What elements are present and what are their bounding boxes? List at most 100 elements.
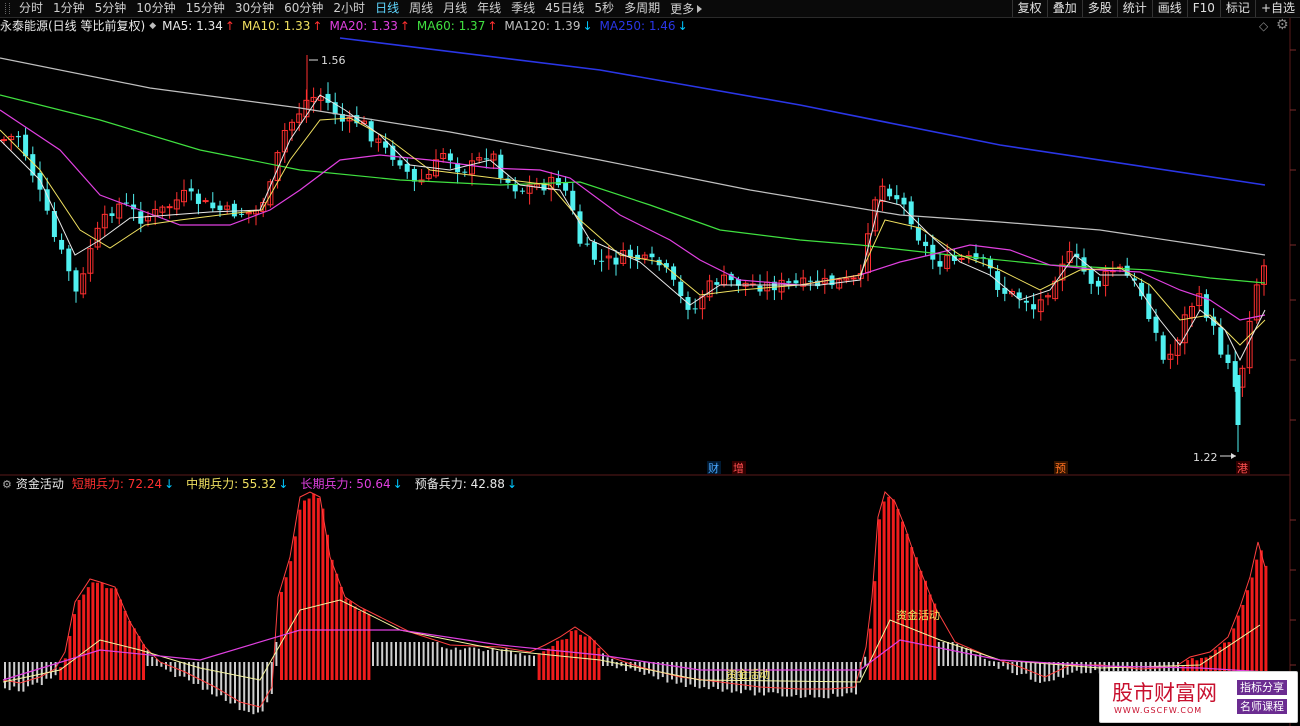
ma250-label: MA250: 1.46	[599, 19, 676, 33]
indicator-bar-red	[77, 599, 81, 680]
indicator-bar-grey	[956, 643, 959, 666]
indicator-bar-grey	[510, 650, 512, 666]
tab-1min[interactable]: 1分钟	[48, 0, 90, 17]
diamond-icon[interactable]: ◇	[1259, 19, 1268, 33]
tab-60min[interactable]: 60分钟	[279, 0, 328, 17]
chart-surface[interactable]: 1.561.22财增预港资金活动资金活动	[0, 0, 1300, 726]
tab-weekly[interactable]: 周线	[404, 0, 438, 17]
tab-quarterly[interactable]: 季线	[506, 0, 540, 17]
tab-10min[interactable]: 10分钟	[131, 0, 180, 17]
candle-body-down	[894, 195, 900, 200]
indicator-bar-grey	[17, 662, 20, 692]
annotation-1: 资金活动	[726, 667, 770, 681]
indicator-bar-grey	[482, 651, 485, 666]
indicator-bar-grey	[1039, 662, 1041, 683]
indicator-bar-grey	[257, 662, 259, 713]
ma10-line	[0, 117, 1266, 346]
indicator-bar-grey	[201, 662, 204, 690]
tab-45day[interactable]: 45日线	[540, 0, 589, 17]
mark-button[interactable]: 标记	[1219, 0, 1255, 17]
period-toolbar: 分时 1分钟 5分钟 10分钟 15分钟 30分钟 60分钟 2小时 日线 周线…	[0, 0, 1300, 18]
indicator-bar-grey	[689, 662, 692, 685]
long-force-value: 长期兵力: 50.64 ↓	[300, 476, 402, 493]
candle-body-down	[692, 308, 698, 310]
indicator-bar-grey	[27, 662, 29, 687]
indicator-bar-grey	[464, 648, 466, 666]
indicator-bar-red	[1246, 590, 1249, 680]
ma5-label: MA5: 1.34	[162, 19, 223, 33]
indicator-bar-red	[569, 631, 573, 680]
indicator-bar-grey	[528, 655, 531, 666]
indicator-bar-grey	[776, 662, 779, 694]
tab-more[interactable]: 更多	[665, 0, 707, 17]
ma60-arrow-icon: ↑	[487, 19, 498, 33]
ma10-value: MA10: 1.33 ↑	[242, 18, 322, 35]
indicator-bar-grey	[422, 642, 425, 666]
draw-line-button[interactable]: 画线	[1151, 0, 1187, 17]
tab-15min[interactable]: 15分钟	[181, 0, 230, 17]
candle-body-down	[519, 190, 525, 192]
candle-body-down	[577, 211, 583, 244]
indicator-bar-red	[330, 559, 334, 680]
candle-body-down	[123, 202, 129, 204]
tab-daily[interactable]: 日线	[370, 0, 404, 17]
f10-button[interactable]: F10	[1186, 0, 1220, 17]
indicator-bar-red	[542, 651, 546, 680]
indicator-bar-grey	[275, 642, 278, 666]
indicator-bar-grey	[657, 662, 660, 680]
event-marker-1: 增	[733, 461, 744, 475]
multi-stock-button[interactable]: 多股	[1081, 0, 1117, 17]
indicator-bar-red	[293, 536, 297, 680]
stock-title[interactable]: 永泰能源(日线 等比前复权)	[0, 18, 145, 35]
indicator-bar-grey	[1177, 662, 1179, 672]
indicator-bar-red	[924, 580, 927, 680]
tab-2hour[interactable]: 2小时	[328, 0, 370, 17]
candle-body-down	[1153, 316, 1159, 333]
candle-body-down	[793, 280, 799, 284]
indicator-bar-grey	[1016, 662, 1018, 676]
indicator-bar-grey	[436, 642, 439, 666]
indicator-title[interactable]: 资金活动	[16, 476, 64, 493]
indicator-bar-red	[82, 594, 86, 680]
add-watchlist-button[interactable]: +自选	[1254, 0, 1300, 17]
candle-body-down	[239, 213, 245, 215]
indicator-bar-red	[873, 581, 877, 680]
tab-30min[interactable]: 30分钟	[230, 0, 279, 17]
toolbar-grip-icon[interactable]	[0, 0, 14, 17]
indicator-bar-grey	[496, 651, 499, 666]
indicator-bar-grey	[473, 647, 476, 666]
statistics-button[interactable]: 统计	[1116, 0, 1152, 17]
indicator-gear-icon[interactable]: ⚙	[2, 476, 12, 493]
indicator-bar-grey	[951, 642, 954, 666]
indicator-bar-grey	[229, 662, 232, 704]
candle-body-down	[930, 244, 936, 260]
tab-5min[interactable]: 5分钟	[90, 0, 132, 17]
indicator-bar-grey	[864, 656, 867, 666]
indicator-bar-grey	[942, 642, 945, 666]
candle-body-down	[613, 257, 619, 265]
tab-5sec[interactable]: 5秒	[589, 0, 619, 17]
tab-fenshi[interactable]: 分时	[14, 0, 48, 17]
ma10-arrow-icon: ↑	[312, 19, 323, 33]
indicator-bar-grey	[206, 662, 209, 690]
adjust-button[interactable]: 复权	[1011, 0, 1047, 17]
candle-body-down	[447, 153, 453, 161]
indicator-bar-grey	[974, 654, 977, 666]
candle-body-up	[202, 200, 209, 203]
candle-body-down	[59, 239, 65, 250]
event-marker-0: 财	[708, 461, 719, 475]
dropdown-icon[interactable]: ◆	[149, 18, 156, 35]
tab-yearly[interactable]: 年线	[472, 0, 506, 17]
watermark-title: 股市财富网	[1112, 681, 1217, 705]
overlay-button[interactable]: 叠加	[1046, 0, 1082, 17]
indicator-bar-grey	[215, 662, 218, 697]
gear-icon[interactable]: ⚙	[1276, 17, 1289, 33]
indicator-bar-red	[362, 609, 366, 680]
tab-multi-period[interactable]: 多周期	[619, 0, 665, 17]
indicator-bar-grey	[183, 662, 186, 677]
candle-body-down	[786, 281, 792, 283]
long-force-arrow-icon: ↓	[392, 477, 403, 491]
indicator-bar-grey	[799, 662, 802, 698]
tab-monthly[interactable]: 月线	[438, 0, 472, 17]
indicator-bar-grey	[1025, 662, 1028, 674]
